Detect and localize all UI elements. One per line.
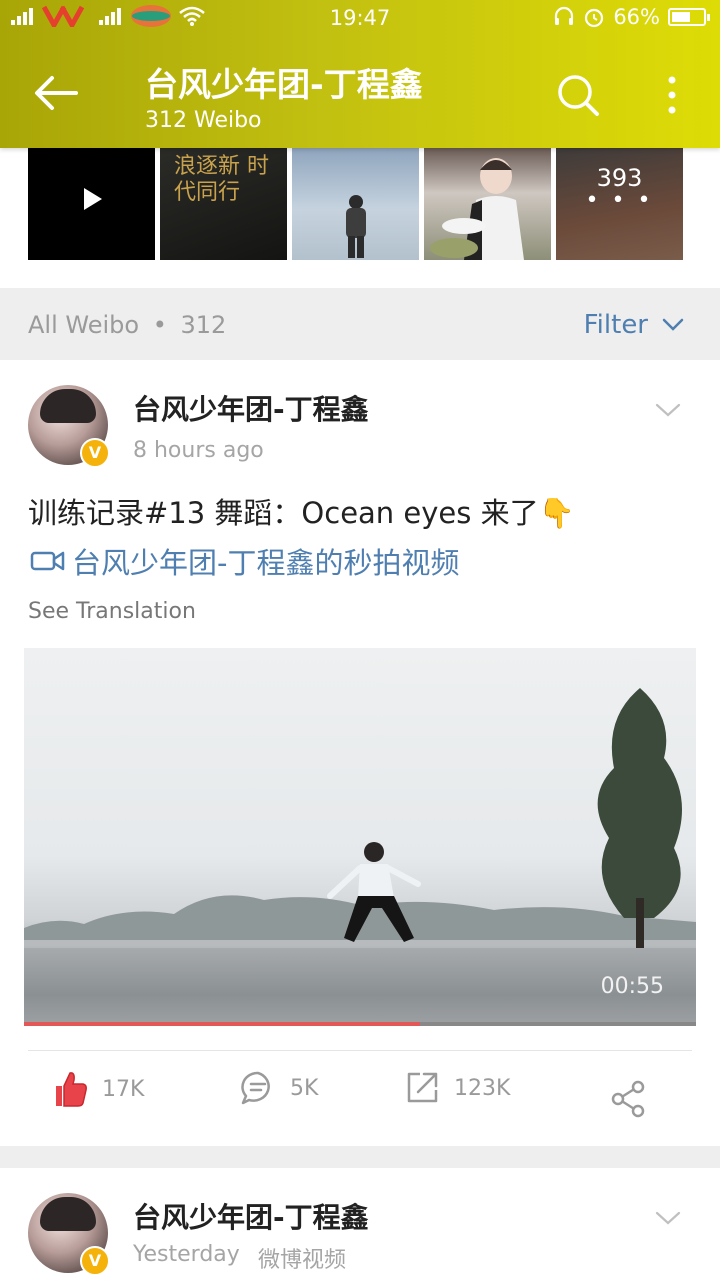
divider	[28, 1050, 692, 1051]
see-translation-link[interactable]: See Translation	[28, 599, 196, 624]
media-thumb-poster[interactable]: 浪逐新 时代同行	[160, 148, 287, 260]
video-link-text: 台风少年团-丁程鑫的秒拍视频	[72, 546, 460, 580]
verified-badge-icon: V	[80, 438, 110, 468]
status-right-icons: 66%	[553, 5, 710, 29]
media-thumb-video[interactable]	[28, 148, 155, 260]
post-timestamp: Yesterday	[133, 1242, 240, 1267]
top-app-bar: 19:47 66% 台风少年团-丁程鑫 312 Weibo	[0, 0, 720, 148]
video-camera-icon	[30, 551, 65, 571]
post-text: 训练记录#13 舞蹈：Ocean eyes 来了👇	[28, 496, 575, 530]
video-tree	[597, 688, 682, 948]
all-weibo-label: All Weibo • 312	[28, 311, 226, 339]
like-button[interactable]: 17K	[52, 1070, 144, 1108]
more-dots-icon: • • •	[585, 188, 654, 213]
back-arrow-icon[interactable]	[30, 70, 82, 116]
search-icon[interactable]	[555, 72, 601, 118]
video-progress-bar[interactable]	[24, 1022, 696, 1026]
chevron-down-icon	[662, 318, 684, 331]
verified-badge-icon: V	[80, 1246, 110, 1276]
video-duration: 00:55	[600, 974, 664, 999]
filter-label: Filter	[583, 310, 648, 340]
more-vertical-icon[interactable]	[660, 72, 684, 118]
post-menu-chevron-icon[interactable]	[655, 1210, 681, 1226]
filter-button[interactable]: Filter	[584, 310, 684, 340]
battery-icon	[668, 8, 710, 26]
video-progress-fill	[24, 1022, 421, 1026]
post-timestamp: 8 hours ago	[133, 438, 264, 463]
page-title: 台风少年团-丁程鑫	[145, 65, 423, 104]
play-icon	[84, 188, 102, 210]
battery-level	[672, 12, 691, 22]
share-icon[interactable]	[610, 1080, 648, 1118]
media-thumb-more[interactable]: 393 • • •	[556, 148, 683, 260]
battery-percent: 66%	[613, 5, 660, 29]
post-source: 微博视频	[258, 1248, 347, 1273]
post-username[interactable]: 台风少年团-丁程鑫	[133, 388, 369, 428]
video-dancer	[327, 842, 421, 942]
repost-icon	[407, 1072, 438, 1103]
poster-text: 浪逐新 时代同行	[174, 154, 269, 205]
media-strip: 浪逐新 时代同行 393 • • •	[28, 148, 688, 260]
repost-count: 123K	[454, 1075, 511, 1101]
avatar-hair	[40, 389, 96, 423]
feed-header-bar: All Weibo • 312 Filter	[0, 288, 720, 360]
comment-count: 5K	[290, 1075, 319, 1101]
weibo-count-subtitle: 312 Weibo	[145, 108, 262, 133]
status-bar: 19:47 66%	[0, 0, 720, 36]
headset-icon	[555, 6, 574, 25]
like-count: 17K	[102, 1076, 145, 1102]
post-username[interactable]: 台风少年团-丁程鑫	[133, 1196, 369, 1236]
repost-button[interactable]: 123K	[404, 1070, 510, 1106]
media-thumb-photo[interactable]	[292, 148, 419, 260]
all-weibo-count: 312	[180, 311, 227, 339]
person-eating-figure	[430, 158, 524, 260]
separator-dot: •	[152, 311, 167, 339]
comment-icon	[241, 1071, 270, 1105]
avatar-hair	[40, 1197, 96, 1231]
alarm-icon	[585, 8, 604, 28]
thumbs-up-icon	[56, 1072, 87, 1107]
video-water-reflection	[24, 948, 696, 1026]
person-figure	[346, 195, 366, 258]
media-thumb-photo[interactable]	[424, 148, 551, 260]
comment-button[interactable]: 5K	[240, 1070, 318, 1106]
post-menu-chevron-icon[interactable]	[655, 402, 681, 418]
all-weibo-text: All Weibo	[28, 311, 140, 339]
post-separator	[0, 1146, 720, 1168]
post-action-bar: 17K 5K 123K	[0, 1070, 720, 1130]
video-player[interactable]: 00:55	[24, 648, 696, 1026]
video-link[interactable]: 台风少年团-丁程鑫的秒拍视频	[30, 540, 459, 582]
